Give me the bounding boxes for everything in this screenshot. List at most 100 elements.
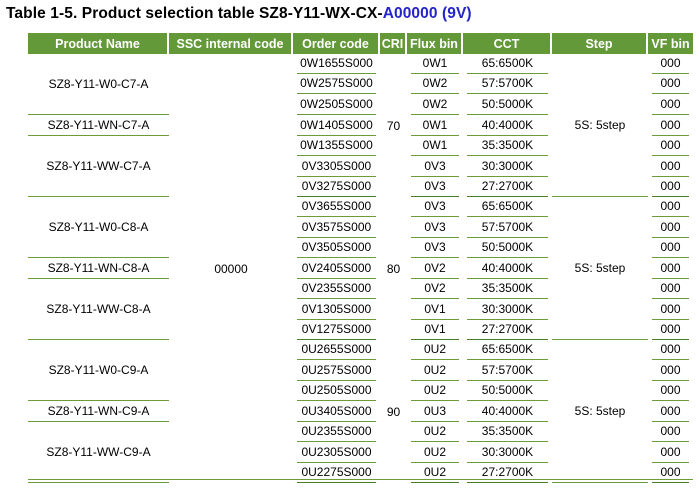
cct-value: 65:6500K <box>463 340 552 361</box>
cct-value: 57:5700K <box>463 217 552 238</box>
cct-value-text: 35:3500K <box>467 279 548 300</box>
vf-bin: 000 <box>648 197 693 218</box>
cct-value: 27:2700K <box>463 463 552 484</box>
order-code-text: 0W1355S000 <box>297 136 376 157</box>
order-code-text: 0V2405S000 <box>297 259 376 279</box>
vf-bin: 000 <box>648 381 693 401</box>
vf-bin-text: 000 <box>652 54 689 75</box>
flux-bin-text: 0W2 <box>411 74 459 95</box>
order-code: 0W1355S000 <box>293 136 380 157</box>
cct-value: 50:5000K <box>463 381 552 401</box>
product-name-cell: SZ8-Y11-WN-C8-A <box>28 258 169 280</box>
vf-bin-text: 000 <box>652 422 689 443</box>
vf-bin: 000 <box>648 463 693 484</box>
step-value: 5S: 5step <box>552 340 648 484</box>
table-title-suffix: A00000 (9V) <box>382 5 472 22</box>
cct-value: 35:3500K <box>463 422 552 443</box>
header-cri: CRI <box>380 33 407 54</box>
flux-bin-text: 0V3 <box>411 218 459 238</box>
cct-value-text: 57:5700K <box>467 361 548 381</box>
vf-bin-text: 000 <box>652 361 689 381</box>
cct-value-text: 27:2700K <box>467 320 548 340</box>
vf-bin-text: 000 <box>652 238 689 258</box>
vf-bin-text: 000 <box>652 402 689 422</box>
header-ssc-internal-code: SSC internal code <box>169 33 293 54</box>
order-code: 0V2355S000 <box>293 279 380 300</box>
order-code-text: 0W2505S000 <box>297 95 376 115</box>
order-code: 0W2575S000 <box>293 74 380 95</box>
vf-bin: 000 <box>648 300 693 320</box>
cct-value-text: 30:3000K <box>467 157 548 177</box>
cct-value: 30:3000K <box>463 443 552 463</box>
order-code-text: 0U3405S000 <box>297 402 376 422</box>
flux-bin-text: 0V3 <box>411 197 459 218</box>
flux-bin-text: 0W1 <box>411 136 459 157</box>
order-code-text: 0W1405S000 <box>297 116 376 136</box>
vf-bin-text: 000 <box>652 95 689 115</box>
cct-value-text: 40:4000K <box>467 116 548 136</box>
flux-bin: 0U2 <box>407 422 463 443</box>
header-product-name: Product Name <box>28 33 169 54</box>
flux-bin: 0V3 <box>407 177 463 197</box>
flux-bin-text: 0V3 <box>411 177 459 197</box>
flux-bin-text: 0U3 <box>411 402 459 422</box>
cri-value: 70 <box>386 118 401 133</box>
flux-bin-text: 0V2 <box>411 259 459 279</box>
vf-bin-text: 000 <box>652 177 689 197</box>
flux-bin: 0W1 <box>407 54 463 75</box>
order-code-text: 0V3575S000 <box>297 218 376 238</box>
vf-bin: 000 <box>648 177 693 197</box>
order-code: 0U2505S000 <box>293 381 380 401</box>
header-order-code: Order code <box>293 33 380 54</box>
order-code: 0V3505S000 <box>293 238 380 258</box>
cct-value: 65:6500K <box>463 54 552 75</box>
vf-bin-text: 000 <box>652 463 689 484</box>
product-name: SZ8-Y11-W0-C9-A <box>48 363 149 378</box>
vf-bin: 000 <box>648 258 693 279</box>
vf-bin: 000 <box>648 422 693 443</box>
cct-value-text: 27:2700K <box>467 177 548 197</box>
cct-value-text: 65:6500K <box>467 197 548 218</box>
order-code: 0V2405S000 <box>293 258 380 279</box>
order-code: 0V3575S000 <box>293 217 380 238</box>
product-name-cell: SZ8-Y11-WN-C9-A <box>28 401 169 423</box>
flux-bin-text: 0U2 <box>411 381 459 401</box>
order-code-text: 0V3275S000 <box>297 177 376 197</box>
flux-bin: 0U2 <box>407 340 463 361</box>
order-code-text: 0U2655S000 <box>297 340 376 361</box>
order-code: 0U2655S000 <box>293 340 380 361</box>
order-code-text: 0W1655S000 <box>297 54 376 75</box>
vf-bin: 000 <box>648 238 693 258</box>
product-name: SZ8-Y11-WN-C7-A <box>47 118 150 133</box>
order-code: 0W1655S000 <box>293 54 380 75</box>
vf-bin: 000 <box>648 74 693 95</box>
cct-value: 57:5700K <box>463 360 552 381</box>
flux-bin: 0V3 <box>407 217 463 238</box>
order-code: 0U2305S000 <box>293 443 380 463</box>
order-code-text: 0V1305S000 <box>297 300 376 320</box>
order-code: 0U2575S000 <box>293 360 380 381</box>
cct-value-text: 40:4000K <box>467 259 548 279</box>
order-code: 0U2355S000 <box>293 422 380 443</box>
product-name: SZ8-Y11-W0-C8-A <box>48 220 149 235</box>
order-code: 0V1275S000 <box>293 320 380 340</box>
flux-bin: 0W2 <box>407 74 463 95</box>
table-bottom-rule <box>28 479 693 480</box>
flux-bin-text: 0U2 <box>411 361 459 381</box>
vf-bin: 000 <box>648 401 693 422</box>
product-name: SZ8-Y11-WW-C7-A <box>46 159 151 174</box>
product-name: SZ8-Y11-W0-C7-A <box>48 76 149 91</box>
cct-value: 35:3500K <box>463 279 552 300</box>
cct-value: 40:4000K <box>463 401 552 422</box>
order-code: 0V3305S000 <box>293 156 380 177</box>
product-name-cell: SZ8-Y11-WN-C7-A <box>28 115 169 137</box>
cct-value-text: 50:5000K <box>467 381 548 401</box>
flux-bin-text: 0V1 <box>411 320 459 340</box>
product-name: SZ8-Y11-WN-C9-A <box>47 404 150 419</box>
product-name: SZ8-Y11-WW-C9-A <box>46 445 151 460</box>
vf-bin: 000 <box>648 279 693 300</box>
vf-bin-text: 000 <box>652 300 689 320</box>
vf-bin-text: 000 <box>652 320 689 340</box>
vf-bin-text: 000 <box>652 279 689 300</box>
flux-bin-text: 0U2 <box>411 443 459 463</box>
